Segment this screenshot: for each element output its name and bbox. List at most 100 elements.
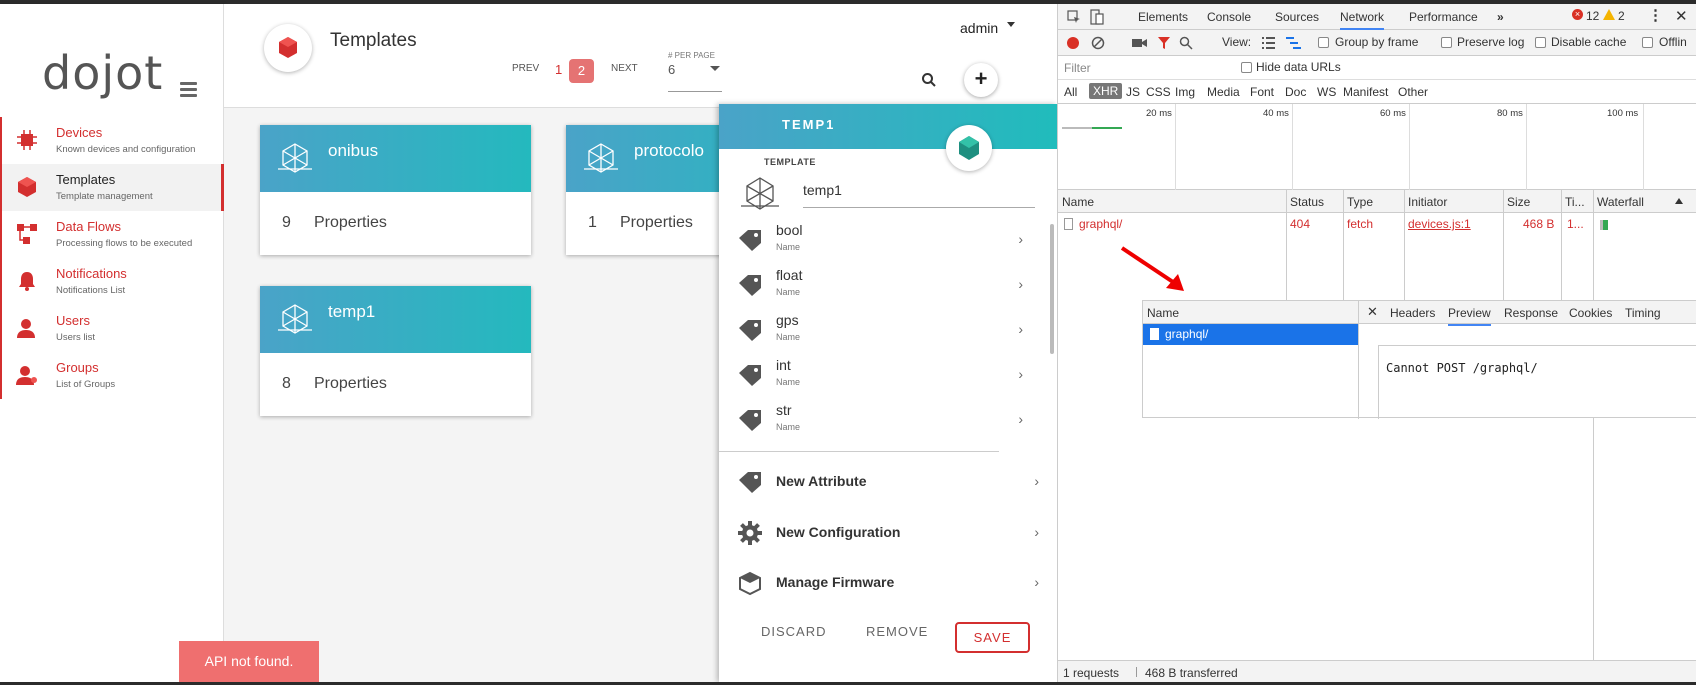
type-all[interactable]: All — [1064, 85, 1077, 99]
more-tabs-button[interactable]: » — [1497, 10, 1504, 24]
type-doc[interactable]: Doc — [1285, 85, 1306, 99]
template-name-input[interactable]: temp1 — [803, 182, 1035, 208]
attribute-sub: Name — [776, 332, 801, 342]
offline-checkbox[interactable] — [1642, 37, 1653, 48]
list-view-icon[interactable] — [1262, 37, 1275, 49]
chevron-right-icon: › — [1034, 574, 1039, 590]
next-page-button[interactable]: NEXT — [611, 63, 638, 74]
type-css[interactable]: CSS — [1146, 85, 1171, 99]
prev-page-button[interactable]: PREV — [512, 63, 539, 74]
tab-network[interactable]: Network — [1340, 10, 1385, 30]
error-icon[interactable]: × — [1572, 9, 1583, 20]
attribute-item[interactable]: bool Name › — [719, 218, 1031, 263]
tab-preview[interactable]: Preview — [1448, 306, 1491, 326]
page-1-button[interactable]: 1 — [555, 62, 562, 77]
bell-icon — [19, 272, 35, 291]
sidebar-item-title: Users — [56, 313, 90, 328]
column-time[interactable]: Ti... — [1565, 195, 1585, 209]
tab-sources[interactable]: Sources — [1275, 10, 1319, 24]
column-waterfall[interactable]: Waterfall — [1597, 195, 1644, 209]
inspect-icon[interactable] — [1067, 10, 1081, 24]
disable-cache-checkbox[interactable] — [1535, 37, 1546, 48]
request-initiator-link[interactable]: devices.js:1 — [1408, 217, 1471, 231]
waterfall-view-icon[interactable] — [1286, 37, 1301, 49]
filter-input[interactable]: Filter — [1064, 61, 1091, 75]
template-card-onibus[interactable]: onibus 9 Properties — [260, 125, 531, 255]
type-font[interactable]: Font — [1250, 85, 1274, 99]
detail-name-label[interactable]: Name — [1147, 306, 1179, 320]
discard-button[interactable]: DISCARD — [761, 624, 827, 639]
type-manifest[interactable]: Manifest — [1343, 85, 1388, 99]
sidebar-item-users[interactable]: Users Users list — [0, 305, 224, 352]
manage-firmware-button[interactable]: Manage Firmware › — [719, 562, 1043, 602]
preserve-log-checkbox[interactable] — [1441, 37, 1452, 48]
sidebar-item-groups[interactable]: Groups List of Groups — [0, 352, 224, 399]
clear-icon[interactable] — [1091, 36, 1105, 50]
new-attribute-button[interactable]: New Attribute › — [719, 461, 1043, 501]
close-icon[interactable]: ✕ — [1367, 304, 1378, 320]
new-configuration-button[interactable]: New Configuration › — [719, 512, 1043, 552]
type-other[interactable]: Other — [1398, 85, 1428, 99]
type-img[interactable]: Img — [1175, 85, 1195, 99]
attribute-item[interactable]: gps Name › — [719, 308, 1031, 353]
sidebar-item-subtitle: List of Groups — [56, 379, 116, 390]
record-icon[interactable] — [1067, 37, 1079, 49]
tag-icon — [739, 230, 761, 251]
panel-scrollbar[interactable] — [1050, 224, 1054, 354]
type-xhr[interactable]: XHR — [1089, 83, 1123, 99]
tab-timing[interactable]: Timing — [1625, 306, 1661, 320]
filter-icon[interactable] — [1157, 36, 1171, 50]
preview-content: Cannot POST /graphql/ — [1378, 345, 1696, 419]
chevron-right-icon: › — [1018, 411, 1023, 427]
tab-cookies[interactable]: Cookies — [1569, 306, 1612, 320]
save-button[interactable]: SAVE — [955, 622, 1030, 653]
caret-down-icon[interactable] — [1007, 22, 1015, 27]
page-header: Templates PREV 1 2 NEXT # PER PAGE 6 adm… — [224, 4, 1057, 108]
chevron-right-icon: › — [1034, 473, 1039, 489]
warning-icon[interactable] — [1603, 9, 1615, 20]
type-media[interactable]: Media — [1207, 85, 1240, 99]
column-initiator[interactable]: Initiator — [1408, 195, 1447, 209]
menu-icon[interactable] — [180, 82, 197, 100]
sidebar-item-templates[interactable]: Templates Template management — [0, 164, 226, 211]
attribute-item[interactable]: int Name › — [719, 353, 1031, 398]
selected-request-row[interactable]: graphql/ — [1143, 324, 1358, 345]
sidebar-item-notifications[interactable]: Notifications Notifications List — [0, 258, 224, 305]
request-row[interactable]: graphql/ 404 fetch devices.js:1 468 B 1.… — [1058, 213, 1696, 235]
column-type[interactable]: Type — [1347, 195, 1373, 209]
add-template-button[interactable]: + — [964, 63, 998, 97]
group-by-frame-checkbox[interactable] — [1318, 37, 1329, 48]
per-page-select[interactable]: 6 — [668, 62, 722, 92]
tab-performance[interactable]: Performance — [1409, 10, 1478, 24]
remove-button[interactable]: REMOVE — [866, 624, 928, 639]
error-count[interactable]: 12 — [1586, 9, 1599, 23]
search-icon[interactable] — [921, 72, 937, 88]
column-name[interactable]: Name — [1062, 195, 1094, 209]
sort-icon[interactable] — [1675, 198, 1683, 204]
column-size[interactable]: Size — [1507, 195, 1530, 209]
tab-elements[interactable]: Elements — [1138, 10, 1188, 24]
device-toolbar-icon[interactable] — [1090, 9, 1104, 25]
search-icon[interactable] — [1179, 36, 1193, 50]
attribute-item[interactable]: float Name › — [719, 263, 1031, 308]
attribute-item[interactable]: str Name › — [719, 398, 1031, 443]
camera-icon[interactable] — [1132, 37, 1147, 49]
type-js[interactable]: JS — [1126, 85, 1140, 99]
kebab-menu-icon[interactable]: ⋮ — [1648, 6, 1663, 24]
network-timeline[interactable]: 20 ms 40 ms 60 ms 80 ms 100 ms — [1058, 104, 1696, 190]
sidebar-item-devices[interactable]: Devices Known devices and configuration — [0, 117, 224, 164]
tab-response[interactable]: Response — [1504, 306, 1558, 320]
warning-count[interactable]: 2 — [1618, 9, 1625, 23]
hide-data-urls-checkbox[interactable] — [1241, 62, 1252, 73]
template-card-temp1[interactable]: temp1 8 Properties — [260, 286, 531, 416]
tab-console[interactable]: Console — [1207, 10, 1251, 24]
column-status[interactable]: Status — [1290, 195, 1324, 209]
sidebar-item-data-flows[interactable]: Data Flows Processing flows to be execut… — [0, 211, 224, 258]
tab-headers[interactable]: Headers — [1390, 306, 1435, 320]
user-menu[interactable]: admin — [960, 20, 998, 36]
page-2-button[interactable]: 2 — [569, 59, 594, 83]
attribute-name: float — [776, 267, 803, 283]
type-ws[interactable]: WS — [1317, 85, 1336, 99]
close-icon[interactable]: ✕ — [1675, 7, 1688, 25]
action-label: New Attribute — [776, 473, 867, 489]
